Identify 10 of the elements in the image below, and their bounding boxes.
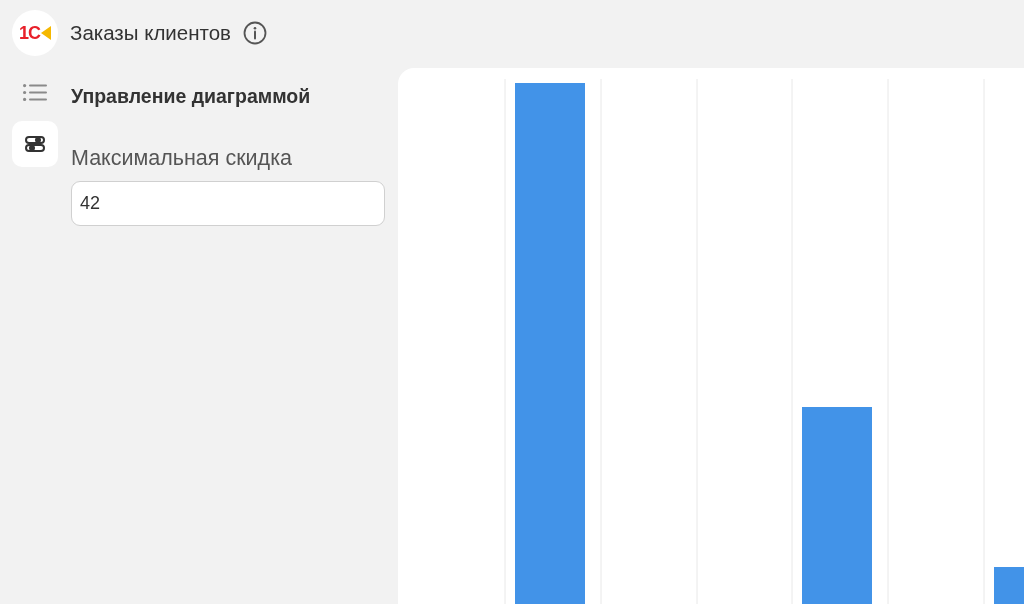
triangle-icon	[41, 26, 51, 40]
section-heading: Управление диаграммой	[71, 84, 312, 108]
window-title: Заказы клиентов	[70, 21, 231, 45]
info-icon[interactable]	[243, 21, 267, 45]
list-icon	[23, 83, 47, 101]
switches-icon	[25, 136, 45, 152]
input-field[interactable]: 42	[71, 181, 385, 226]
logo-button[interactable]: 1C	[12, 10, 58, 56]
switches-button[interactable]	[12, 121, 58, 167]
field-label: Максимальная скидка	[71, 145, 293, 171]
